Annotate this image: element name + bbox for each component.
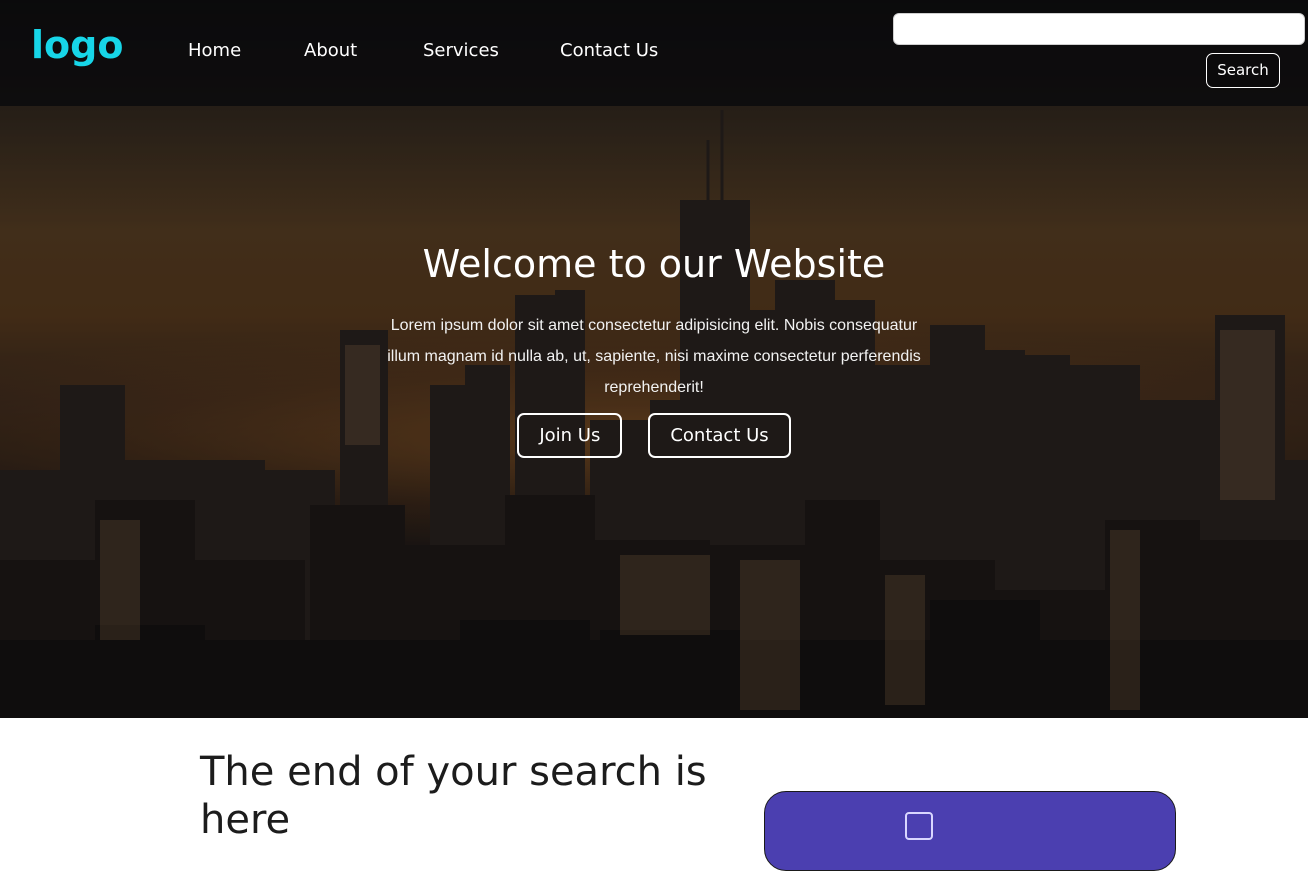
hero-buttons: Join Us Contact Us	[354, 413, 954, 458]
hero-title: Welcome to our Website	[422, 242, 886, 286]
logo[interactable]: logo	[31, 26, 123, 64]
nav-link-about[interactable]: About	[304, 42, 357, 60]
contact-us-button[interactable]: Contact Us	[648, 413, 791, 458]
navbar: logo Home About Services Contact Us Sear…	[0, 0, 1308, 106]
nav-link-services[interactable]: Services	[423, 42, 499, 60]
join-us-button[interactable]: Join Us	[517, 413, 623, 458]
hero-content: Welcome to our Website Lorem ipsum dolor…	[354, 240, 954, 458]
promo-card	[764, 791, 1176, 871]
search-button[interactable]: Search	[1206, 53, 1280, 88]
section-title: The end of your search is here	[200, 749, 707, 843]
card-icon	[905, 812, 933, 840]
hero-text: Lorem ipsum dolor sit amet consectetur a…	[387, 317, 921, 396]
nav-link-home[interactable]: Home	[188, 42, 241, 60]
search-input[interactable]	[893, 13, 1305, 45]
hero-section: Welcome to our Website Lorem ipsum dolor…	[0, 0, 1308, 718]
nav-link-contact-us[interactable]: Contact Us	[560, 42, 658, 60]
